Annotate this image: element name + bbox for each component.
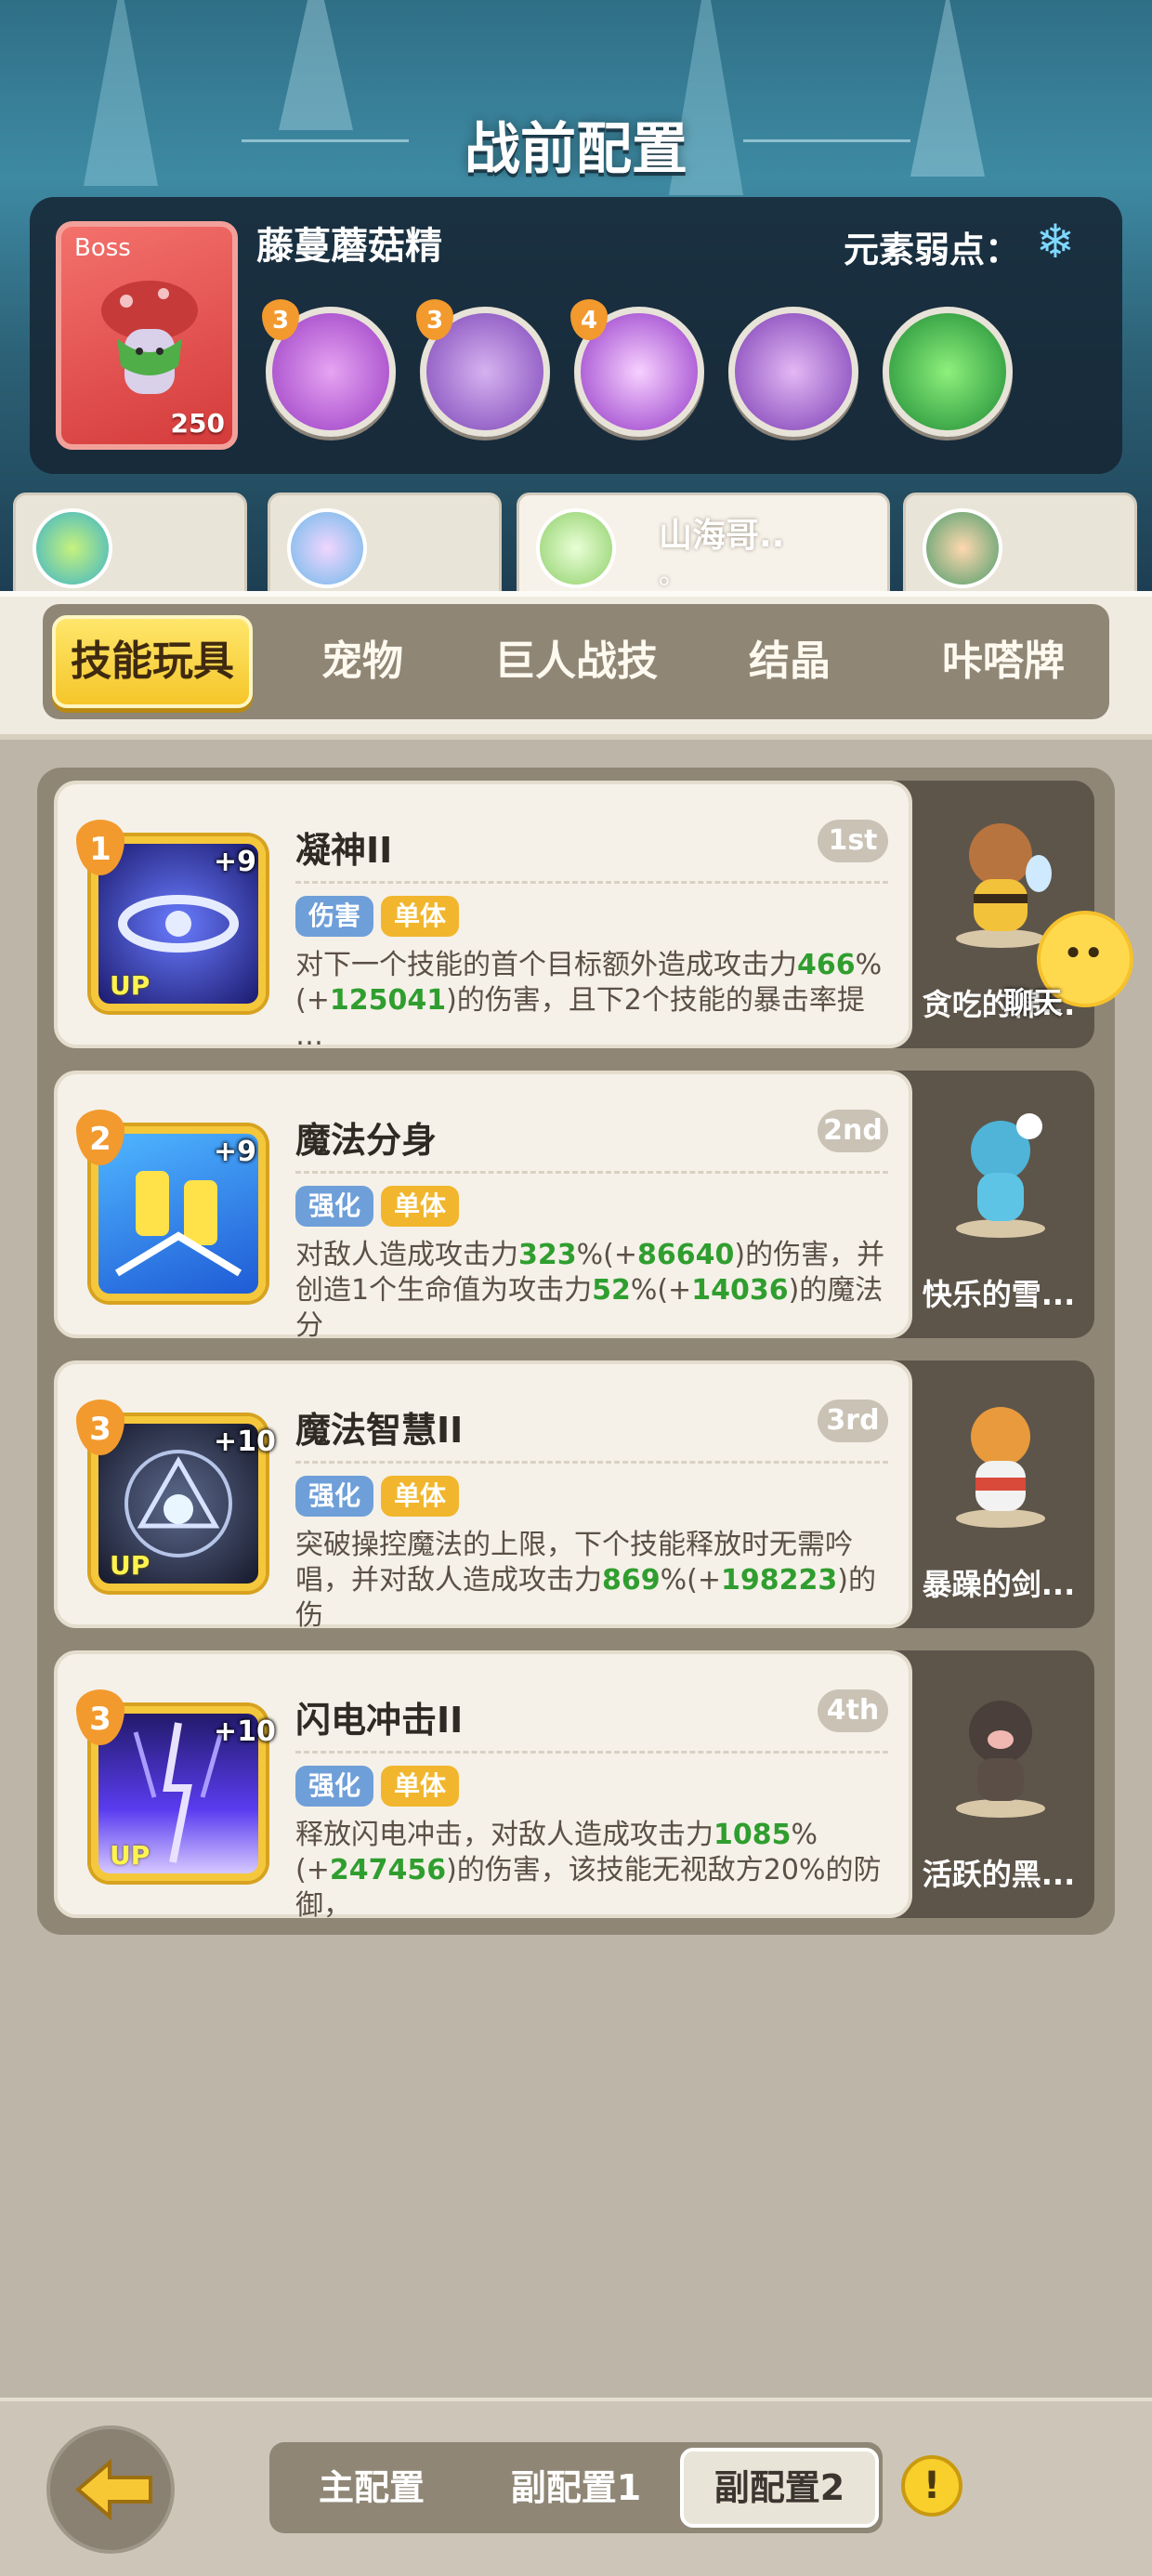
pet-name: 暴躁的剑... <box>922 1567 1076 1602</box>
page-title: 战前配置 <box>465 117 687 182</box>
team-member-name: 山海哥.. <box>659 517 785 555</box>
skill-rank: 4th <box>818 1689 888 1732</box>
upgrade-tag: UP <box>110 1840 151 1871</box>
divider <box>295 1751 888 1754</box>
element-weakness-label: 元素弱点： <box>843 230 1020 270</box>
avatar <box>33 508 112 588</box>
team-member-2[interactable] <box>268 493 502 595</box>
tab-skill-toys[interactable]: 技能玩具 <box>52 615 253 708</box>
boss-skill-5[interactable] <box>883 307 1013 437</box>
skill-name: 凝神II <box>295 830 393 871</box>
tab-pets[interactable]: 宠物 <box>279 615 446 708</box>
skill-name: 闪电冲击II <box>295 1700 464 1741</box>
skill-rank: 3rd <box>818 1400 888 1442</box>
skill-description: 对下一个技能的首个目标额外造成攻击力466%(+125041)的伤害，且下2个技… <box>295 949 883 1048</box>
upgrade-tag: UP <box>110 1550 151 1581</box>
tab-main-config[interactable]: 主配置 <box>279 2448 465 2528</box>
snow-dragon-pet-icon <box>956 1113 1045 1238</box>
skill-rank: 2nd <box>818 1110 888 1152</box>
pet-slot-4[interactable]: 活跃的黑... <box>892 1650 1094 1918</box>
skill-type-tag: 强化 <box>295 1476 374 1517</box>
vine-mushroom-boss-icon <box>101 281 198 394</box>
skill-target-tag: 单体 <box>381 896 460 937</box>
team-member-1[interactable] <box>13 493 247 595</box>
skill-card-3[interactable]: 3 +10 UP 魔法智慧II 3rd 强化 单体 突破操控魔法的上限，下个技能… <box>54 1360 912 1628</box>
sword-cat-pet-icon <box>956 1407 1045 1528</box>
skill-name: 魔法智慧II <box>295 1410 464 1451</box>
boss-panel: Boss 250 藤蔓蘑菇精 元素弱点： ❄ 3 3 4 <box>30 197 1122 474</box>
avatar <box>536 508 616 588</box>
avatar <box>923 508 1002 588</box>
divider <box>295 1461 888 1464</box>
back-arrow-icon <box>74 2458 152 2521</box>
avatar <box>287 508 367 588</box>
skill-type-tag: 强化 <box>295 1766 374 1807</box>
tab-sub-config-2[interactable]: 副配置2 <box>680 2448 879 2528</box>
boss-name: 藤蔓蘑菇精 <box>256 225 442 268</box>
skill-description: 对敌人造成攻击力323%(+86640)的伤害，并创造1个生命值为攻击力52%(… <box>295 1239 885 1338</box>
skill-name: 魔法分身 <box>295 1120 438 1161</box>
tab-crystals[interactable]: 结晶 <box>706 615 873 708</box>
skill-target-tag: 单体 <box>381 1186 460 1227</box>
back-button[interactable] <box>46 2425 175 2554</box>
boss-skill-4[interactable] <box>728 307 858 437</box>
skill-rank: 1st <box>818 820 888 862</box>
black-pig-pet-icon <box>956 1701 1045 1818</box>
tab-sub-config-1[interactable]: 副配置1 <box>474 2448 678 2528</box>
boss-level: 250 <box>170 408 225 439</box>
skill-level: +10 <box>214 1426 276 1458</box>
bee-bear-pet-icon <box>956 823 1052 948</box>
pet-name: 活跃的黑... <box>922 1857 1076 1892</box>
skill-level: +9 <box>214 846 257 878</box>
skill-level: +10 <box>214 1715 276 1748</box>
tab-cards[interactable]: 咔嗒牌 <box>910 615 1096 708</box>
upgrade-tag: UP <box>110 970 151 1001</box>
skill-level: +9 <box>214 1136 257 1168</box>
skill-type-tag: 伤害 <box>295 896 374 937</box>
skill-card-4[interactable]: 3 +10 UP 闪电冲击II 4th 强化 单体 释放闪电冲击，对敌人造成攻击… <box>54 1650 912 1918</box>
team-member-3[interactable]: 山海哥.. 。 <box>517 493 890 595</box>
skill-target-tag: 单体 <box>381 1476 460 1517</box>
info-icon[interactable]: ! <box>901 2455 962 2517</box>
divider <box>295 1171 888 1174</box>
tab-giant-skills[interactable]: 巨人战技 <box>474 615 678 708</box>
snowflake-icon: ❄ <box>1036 215 1075 269</box>
pet-slot-3[interactable]: 暴躁的剑... <box>892 1360 1094 1628</box>
skill-description: 突破操控魔法的上限，下个技能释放时无需吟唱，并对敌人造成攻击力869%(+198… <box>295 1529 876 1628</box>
skill-card-2[interactable]: 2 +9 魔法分身 2nd 强化 单体 对敌人造成攻击力323%(+86640)… <box>54 1071 912 1338</box>
boss-card[interactable]: Boss 250 <box>56 221 238 450</box>
team-member-4[interactable] <box>903 493 1137 595</box>
divider <box>295 881 888 884</box>
skill-description: 释放闪电冲击，对敌人造成攻击力1085%(+247456)的伤害，该技能无视敌方… <box>295 1819 882 1918</box>
skill-target-tag: 单体 <box>381 1766 460 1807</box>
skill-type-tag: 强化 <box>295 1186 374 1227</box>
chat-label[interactable]: 聊天 <box>1003 979 1063 1022</box>
pet-slot-2[interactable]: 快乐的雪... <box>892 1071 1094 1338</box>
boss-tag: Boss <box>74 234 131 262</box>
team-member-sub: 。 <box>659 559 687 591</box>
pet-name: 快乐的雪... <box>922 1277 1076 1312</box>
skill-card-1[interactable]: 1 +9 UP 凝神II 1st 伤害 单体 对下一个技能的首个目标额外造成攻击… <box>54 781 912 1048</box>
